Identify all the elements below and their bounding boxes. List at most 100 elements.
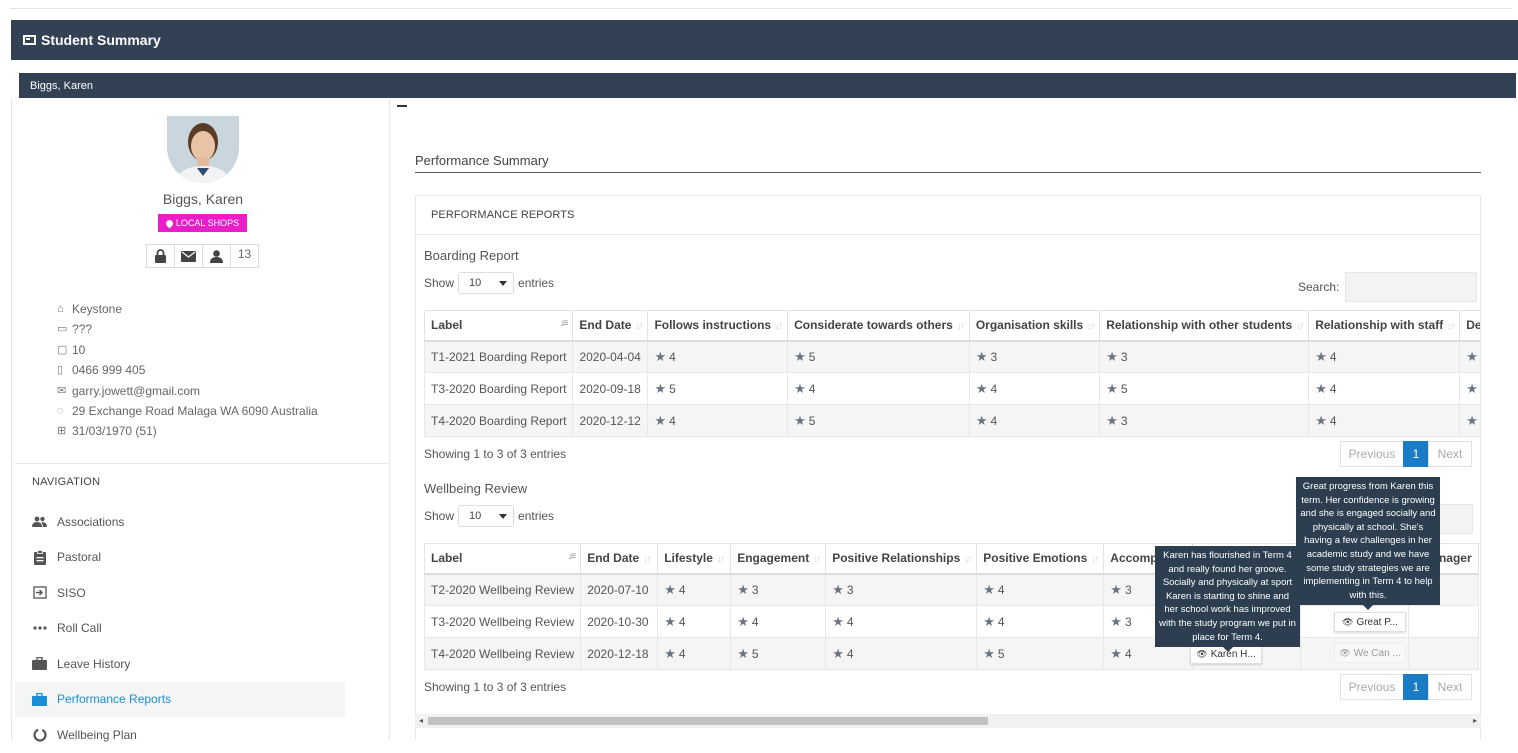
nav-item-wellbeing-plan[interactable]: Wellbeing Plan bbox=[15, 717, 345, 753]
eye-icon: 👁 bbox=[1342, 616, 1354, 627]
page-title: Student Summary bbox=[41, 32, 161, 48]
boarding-table: Label ↓≡ End Date ↓↑ Follows instructions ↓… bbox=[423, 310, 1480, 437]
star-icon: ★ bbox=[1110, 645, 1122, 661]
star-icon: ★ bbox=[832, 613, 844, 629]
nav-item-siso[interactable]: SISO bbox=[15, 575, 345, 611]
column-header-demonstrates[interactable]: Demonstra bbox=[1459, 310, 1480, 342]
star-icon: ★ bbox=[654, 412, 667, 428]
star-icon: ★ bbox=[794, 380, 806, 396]
badge-label: LOCAL SHOPS bbox=[175, 218, 240, 228]
cell-label: T3-2020 Boarding Report bbox=[423, 372, 574, 405]
boarding-info: Showing 1 to 3 of 3 entries bbox=[424, 447, 567, 461]
star-icon: ★ bbox=[983, 645, 995, 661]
page-1-button[interactable]: 1 bbox=[1403, 674, 1429, 700]
star-icon: ★ bbox=[975, 380, 988, 396]
star-icon: ★ bbox=[664, 613, 676, 629]
table-row: T3-2020 Wellbeing Review 2020-10-30 ★ 4 ★… bbox=[423, 605, 1479, 638]
collapse-icon[interactable] bbox=[397, 105, 407, 107]
boarding-entries-select[interactable]: 10 bbox=[458, 272, 515, 294]
eye-icon: 👁 bbox=[1196, 648, 1208, 659]
table-row: T1-2021 Boarding Report 2020-04-04 ★ 4 ★ 5… bbox=[423, 340, 1480, 373]
cell-label: T2-2020 Wellbeing Review bbox=[423, 573, 582, 606]
lock-button[interactable] bbox=[146, 244, 175, 268]
wellbeing-entries-select[interactable]: 10 bbox=[458, 505, 515, 527]
next-button[interactable]: Next bbox=[1428, 441, 1472, 467]
next-button[interactable]: Next bbox=[1428, 674, 1472, 700]
section-underline bbox=[415, 172, 1481, 173]
star-icon: ★ bbox=[832, 645, 844, 661]
column-header-follows-instructions[interactable]: Follows instructions ↓↑ bbox=[647, 310, 789, 342]
column-header-label[interactable]: Label ↓≡ bbox=[423, 543, 582, 575]
profile-actions: 13 bbox=[146, 244, 259, 268]
wellbeing-review-title: Wellbeing Review bbox=[424, 481, 528, 496]
star-icon: ★ bbox=[654, 380, 667, 396]
envelope-icon: ✉ bbox=[57, 384, 67, 397]
sign-in-icon bbox=[32, 585, 47, 600]
column-header-organisation[interactable]: Organisation skills ↓↑ bbox=[968, 310, 1101, 342]
cell-date: 2020-12-12 bbox=[572, 404, 649, 437]
previous-button[interactable]: Previous bbox=[1340, 674, 1404, 700]
horizontal-scrollbar[interactable]: ◂ ▸ bbox=[415, 714, 1481, 728]
star-icon: ★ bbox=[794, 412, 806, 428]
email-button[interactable] bbox=[174, 244, 203, 268]
boarding-search-input[interactable] bbox=[1345, 272, 1478, 302]
star-icon: ★ bbox=[664, 645, 676, 661]
year-row: ▢ 10 bbox=[57, 340, 318, 360]
column-header-label[interactable]: Label ↓≡ bbox=[423, 310, 574, 342]
student-name-bar: Biggs, Karen bbox=[19, 73, 1516, 98]
box-title: PERFORMANCE REPORTS bbox=[416, 196, 1480, 235]
column-header-positive-emotions[interactable]: Positive Emotions ↓↑ bbox=[976, 543, 1105, 575]
eye-icon: 👁 bbox=[1339, 647, 1351, 658]
star-icon: ★ bbox=[664, 581, 676, 597]
nav-item-pastoral[interactable]: Pastoral bbox=[15, 540, 345, 576]
id-card-icon: ▭ bbox=[57, 323, 68, 336]
users-icon bbox=[32, 514, 47, 529]
nav-item-associations[interactable]: Associations bbox=[15, 504, 345, 540]
nav-item-leave-history[interactable]: Leave History bbox=[15, 646, 345, 682]
nav-item-performance-reports[interactable]: Performance Reports bbox=[15, 681, 345, 717]
scroll-right-icon[interactable]: ▸ bbox=[1473, 716, 1477, 725]
sort-asc-icon: ↓≡ bbox=[567, 551, 576, 563]
cell-date: 2020-12-18 bbox=[580, 637, 659, 670]
table-row: T4-2020 Boarding Report 2020-12-12 ★ 4 ★ 5… bbox=[423, 404, 1480, 437]
column-header-positive-relationships[interactable]: Positive Relationships ↓↑ bbox=[825, 543, 978, 575]
scroll-left-icon[interactable]: ◂ bbox=[419, 716, 423, 725]
star-icon: ★ bbox=[1315, 348, 1327, 364]
sort-icon: ↓↑ bbox=[1087, 321, 1095, 333]
column-header-engagement[interactable]: Engagement ↓↑ bbox=[730, 543, 827, 575]
cell-date: 2020-09-18 bbox=[572, 372, 649, 405]
column-header-end-date[interactable]: End Date ↓↑ bbox=[572, 310, 649, 342]
star-icon: ★ bbox=[737, 645, 749, 661]
phone-icon: ▯ bbox=[57, 364, 64, 377]
user-button[interactable] bbox=[202, 244, 231, 268]
cell-date: 2020-04-04 bbox=[572, 340, 649, 373]
phone-row: ▯ 0466 999 405 bbox=[57, 360, 318, 380]
sort-icon: ↓↑ bbox=[956, 321, 965, 333]
cell-label: T4-2020 Wellbeing Review bbox=[423, 637, 582, 670]
comment-tooltip: Karen has flourished in Term 4 and reall… bbox=[1155, 546, 1300, 653]
location-badge: LOCAL SHOPS bbox=[158, 214, 247, 232]
column-header-end-date[interactable]: End Date ↓↑ bbox=[580, 543, 659, 575]
column-header-considerate[interactable]: Considerate towards others ↓↑ bbox=[787, 310, 970, 342]
column-header-relationship-staff[interactable]: Relationship with staff ↓↑ bbox=[1308, 310, 1461, 342]
nav-item-roll-call[interactable]: Roll Call bbox=[15, 611, 345, 647]
page-1-button[interactable]: 1 bbox=[1403, 441, 1429, 467]
previous-button[interactable]: Previous bbox=[1340, 441, 1404, 467]
sort-icon: ↓↑ bbox=[964, 554, 972, 566]
sort-icon: ↓↑ bbox=[643, 554, 651, 566]
location-icon: ◌ bbox=[57, 405, 64, 418]
scrollbar-thumb[interactable] bbox=[428, 717, 988, 725]
star-icon: ★ bbox=[1110, 581, 1122, 597]
view-comment-button[interactable]: 👁 Great P... bbox=[1334, 612, 1406, 632]
star-icon: ★ bbox=[975, 412, 988, 428]
cell-label: T1-2021 Boarding Report bbox=[423, 340, 574, 373]
address-row: ◌ 29 Exchange Road Malaga WA 6090 Austral… bbox=[57, 401, 318, 421]
column-header-lifestyle[interactable]: Lifestyle ↓↑ bbox=[657, 543, 732, 575]
star-icon: ★ bbox=[1315, 412, 1327, 428]
briefcase-icon bbox=[32, 656, 47, 671]
view-comment-button[interactable]: 👁 We Can ... bbox=[1334, 643, 1406, 663]
cell-label: T4-2020 Boarding Report bbox=[423, 404, 574, 437]
column-header-relationship-students[interactable]: Relationship with other students ↓↑ bbox=[1099, 310, 1310, 342]
id-card-icon bbox=[23, 35, 36, 45]
id-row: ▭??? bbox=[57, 319, 318, 339]
